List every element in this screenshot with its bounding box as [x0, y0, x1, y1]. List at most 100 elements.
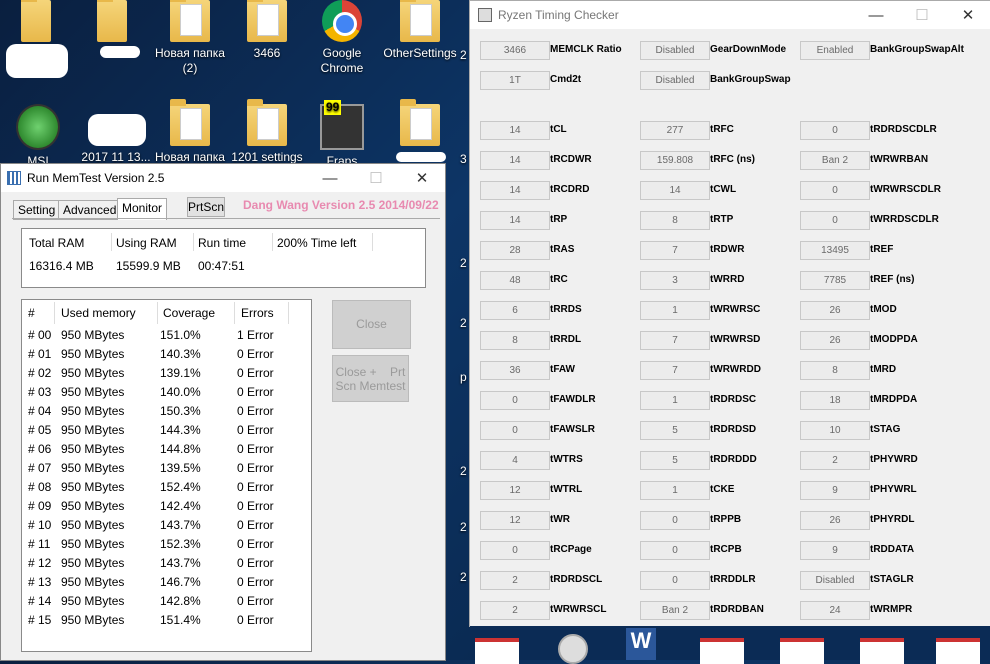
column-header-errors[interactable]: Errors [241, 306, 274, 320]
timing-value-trtp[interactable]: 8 [640, 211, 710, 230]
timing-value-trcdrd[interactable]: 14 [480, 181, 550, 200]
desktop-icon-folder-a[interactable] [0, 0, 76, 46]
timing-value-tref[interactable]: 13495 [800, 241, 870, 260]
timing-value-bankgroupswap[interactable]: Disabled [640, 71, 710, 90]
timing-value-trcpage[interactable]: 0 [480, 541, 550, 560]
timing-value-twrmpr[interactable]: 24 [800, 601, 870, 620]
timing-value-twr[interactable]: 12 [480, 511, 550, 530]
maximize-button[interactable]: ☐ [353, 164, 399, 192]
taskbar-thumbnail[interactable] [700, 638, 744, 664]
timing-value-trdrdscl[interactable]: 2 [480, 571, 550, 590]
edge-text: 2 [460, 464, 467, 478]
timing-value-twrwrscdlr[interactable]: 0 [800, 181, 870, 200]
rtc-titlebar[interactable]: Ryzen Timing Checker — ☐ ✕ [470, 1, 990, 29]
timing-value-trrddlr[interactable]: 0 [640, 571, 710, 590]
thread-table[interactable]: # Used memory Coverage Errors # 00 950 MB… [21, 299, 312, 652]
column-header-used-memory[interactable]: Used memory [61, 306, 136, 320]
timing-value-tfaw[interactable]: 36 [480, 361, 550, 380]
timing-label: tRDRDSCDLR [870, 124, 937, 135]
timing-value-cmd2t[interactable]: 1T [480, 71, 550, 90]
timing-value-trcpb[interactable]: 0 [640, 541, 710, 560]
timing-value-tref-ns-[interactable]: 7785 [800, 271, 870, 290]
close-prtscn-memtest-button[interactable]: Close + Prt Scn Memtest [332, 355, 409, 402]
timing-value-tmodpda[interactable]: 26 [800, 331, 870, 350]
timing-value-trddata[interactable]: 9 [800, 541, 870, 560]
timing-value-trdrdban[interactable]: Ban 2 [640, 601, 710, 620]
timing-value-twrwrscl[interactable]: 2 [480, 601, 550, 620]
timing-value-tmrdpda[interactable]: 18 [800, 391, 870, 410]
row-errors: 0 Error [237, 480, 274, 494]
timing-value-twrwrsd[interactable]: 7 [640, 331, 710, 350]
timing-value-twtrl[interactable]: 12 [480, 481, 550, 500]
desktop-icon-folder-b[interactable] [72, 0, 152, 46]
desktop-icon-fraps[interactable]: 99 Fraps [302, 100, 382, 169]
desktop-icon-othersettings[interactable]: OtherSettings [380, 0, 460, 61]
memtest-titlebar[interactable]: Run MemTest Version 2.5 — ☐ ✕ [1, 164, 445, 192]
timing-value-trdrdsd[interactable]: 5 [640, 421, 710, 440]
timing-value-tstaglr[interactable]: Disabled [800, 571, 870, 590]
column-header-coverage[interactable]: Coverage [163, 306, 215, 320]
minimize-button[interactable]: — [307, 164, 353, 192]
timing-value-trrdl[interactable]: 8 [480, 331, 550, 350]
taskbar-thumbnail[interactable] [860, 638, 904, 664]
timing-value-tfawdlr[interactable]: 0 [480, 391, 550, 410]
taskbar-thumbnail[interactable] [475, 638, 519, 664]
timing-value-trrds[interactable]: 6 [480, 301, 550, 320]
timing-value-trcdwr[interactable]: 14 [480, 151, 550, 170]
tab-setting[interactable]: Setting [13, 200, 61, 220]
timing-value-tcke[interactable]: 1 [640, 481, 710, 500]
timing-value-tcwl[interactable]: 14 [640, 181, 710, 200]
timing-value-twrwrdd[interactable]: 7 [640, 361, 710, 380]
tab-monitor[interactable]: Monitor [117, 198, 168, 220]
desktop-icon-msi[interactable]: MSI [0, 104, 78, 169]
timing-value-twrwrsc[interactable]: 1 [640, 301, 710, 320]
desktop-icon-3466[interactable]: 3466 [227, 0, 307, 61]
timing-value-trc[interactable]: 48 [480, 271, 550, 290]
timing-value-tphywrl[interactable]: 9 [800, 481, 870, 500]
timing-value-tfawslr[interactable]: 0 [480, 421, 550, 440]
taskbar-thumbnail[interactable] [936, 638, 980, 664]
minimize-button[interactable]: — [853, 1, 899, 29]
timing-value-geardownmode[interactable]: Disabled [640, 41, 710, 60]
maximize-button[interactable]: ☐ [899, 1, 945, 29]
timing-value-trfc[interactable]: 277 [640, 121, 710, 140]
timing-value-tmrd[interactable]: 8 [800, 361, 870, 380]
desktop-icon-new-folder[interactable]: Новая папка [150, 99, 230, 165]
timing-value-trdwr[interactable]: 7 [640, 241, 710, 260]
timing-value-tmod[interactable]: 26 [800, 301, 870, 320]
timing-value-twrrdscdlr[interactable]: 0 [800, 211, 870, 230]
timing-value-tphywrd[interactable]: 2 [800, 451, 870, 470]
timing-value-bankgroupswapalt[interactable]: Enabled [800, 41, 870, 60]
timing-value-trp[interactable]: 14 [480, 211, 550, 230]
timing-value-memclk-ratio[interactable]: 3466 [480, 41, 550, 60]
close-button[interactable]: ✕ [399, 164, 445, 192]
taskbar-thumbnail[interactable] [780, 638, 824, 664]
icon-label: 3466 [253, 46, 281, 60]
prtscn-button[interactable]: PrtScn [187, 197, 225, 217]
row-coverage: 140.0% [160, 385, 201, 399]
folder-icon [400, 0, 440, 42]
timing-value-tstag[interactable]: 10 [800, 421, 870, 440]
desktop-icon-1201-settings[interactable]: 1201 settings [227, 99, 307, 165]
timing-value-twtrs[interactable]: 4 [480, 451, 550, 470]
word-icon[interactable]: W [626, 628, 656, 660]
column-header-index[interactable]: # [28, 306, 35, 320]
timing-value-trfc-ns-[interactable]: 159.808 [640, 151, 710, 170]
timing-value-trdrdsc[interactable]: 1 [640, 391, 710, 410]
timing-value-tras[interactable]: 28 [480, 241, 550, 260]
timing-value-twrwrban[interactable]: Ban 2 [800, 151, 870, 170]
timing-value-tphyrdl[interactable]: 26 [800, 511, 870, 530]
timing-value-trppb[interactable]: 0 [640, 511, 710, 530]
row-coverage: 142.4% [160, 499, 201, 513]
desktop-icon-folder-c[interactable] [380, 99, 460, 150]
timing-value-trdrddd[interactable]: 5 [640, 451, 710, 470]
desktop-icon-chrome[interactable]: Google Chrome [302, 0, 382, 76]
timing-value-twrrd[interactable]: 3 [640, 271, 710, 290]
desktop-icon-new-folder-2[interactable]: Новая папка (2) [150, 0, 230, 76]
timing-value-trdrdscdlr[interactable]: 0 [800, 121, 870, 140]
close-button[interactable]: ✕ [945, 1, 990, 29]
close-memtest-button[interactable]: Close Memtest [332, 300, 411, 378]
tab-advanced[interactable]: Advanced [58, 200, 122, 220]
timing-value-tcl[interactable]: 14 [480, 121, 550, 140]
timing-label: tMOD [870, 304, 897, 315]
